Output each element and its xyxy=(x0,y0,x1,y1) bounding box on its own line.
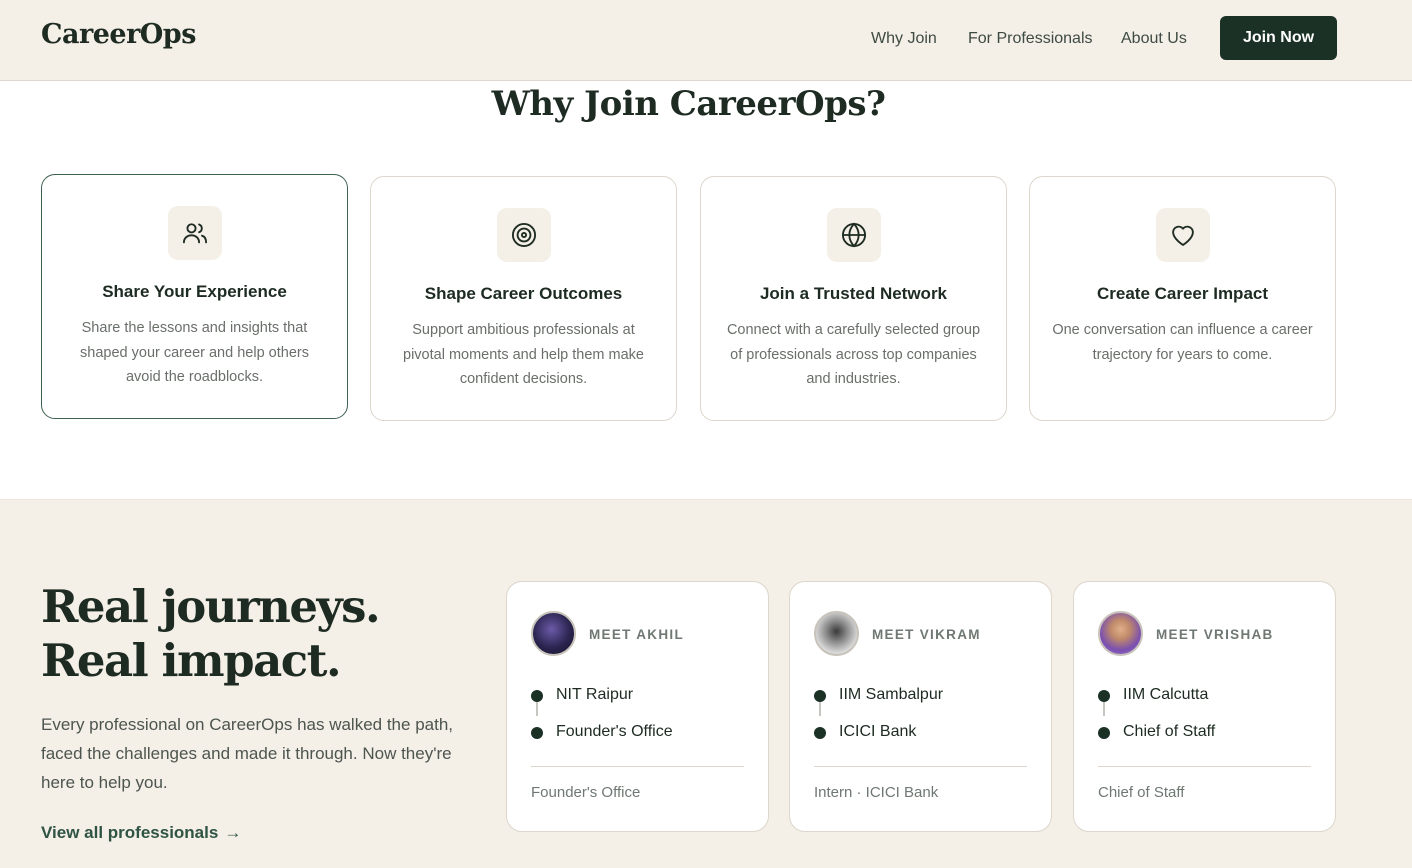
divider xyxy=(531,766,744,767)
divider xyxy=(814,766,1027,767)
users-icon xyxy=(168,206,222,260)
logo[interactable]: CareerOps xyxy=(41,19,196,50)
professional-card-akhil[interactable]: MEET AKHIL NIT Raipur Founder's Office F… xyxy=(506,581,769,832)
professional-name: MEET AKHIL xyxy=(589,627,684,642)
nav-for-professionals[interactable]: For Professionals xyxy=(968,30,1093,48)
feature-card-career-impact[interactable]: Create Career Impact One conversation ca… xyxy=(1029,176,1336,421)
card-description: Connect with a carefully selected group … xyxy=(726,322,981,387)
timeline-to: Founder's Office xyxy=(556,723,673,740)
timeline-dot xyxy=(531,690,543,702)
professional-role: Chief of Staff xyxy=(1098,784,1185,801)
join-now-button[interactable]: Join Now xyxy=(1220,16,1337,60)
avatar xyxy=(814,611,859,656)
section-title: Why Join CareerOps? xyxy=(491,84,886,124)
professional-role: Intern · ICICI Bank xyxy=(814,784,939,801)
timeline-dot xyxy=(814,727,826,739)
avatar xyxy=(1098,611,1143,656)
journeys-section: Real journeys. Real impact. Every profes… xyxy=(0,499,1412,868)
nav-why-join[interactable]: Why Join xyxy=(871,30,937,48)
journeys-heading: Real journeys. Real impact. xyxy=(41,580,381,688)
timeline-from: IIM Sambalpur xyxy=(839,686,944,703)
feature-card-trusted-network[interactable]: Join a Trusted Network Connect with a ca… xyxy=(700,176,1007,421)
globe-icon xyxy=(827,208,881,262)
card-title: Shape Career Outcomes xyxy=(424,284,623,303)
site-header: CareerOps Why Join For Professionals Abo… xyxy=(0,0,1412,81)
professional-card-vrishab[interactable]: MEET VRISHAB IIM Calcutta Chief of Staff… xyxy=(1073,581,1336,832)
arrow-right-icon: → xyxy=(224,823,242,842)
view-all-professionals-link[interactable]: View all professionals → xyxy=(41,823,241,843)
timeline-to: ICICI Bank xyxy=(839,723,917,740)
professional-role: Founder's Office xyxy=(531,784,641,801)
heart-icon xyxy=(1156,208,1210,262)
nav-about-us[interactable]: About Us xyxy=(1121,30,1187,48)
feature-card-shape-outcomes[interactable]: Shape Career Outcomes Support ambitious … xyxy=(370,176,677,421)
timeline-dot xyxy=(814,690,826,702)
timeline-dot xyxy=(1098,727,1110,739)
card-title: Share Your Experience xyxy=(102,282,287,301)
career-timeline: NIT Raipur Founder's Office xyxy=(531,686,751,746)
card-title: Create Career Impact xyxy=(1096,284,1269,303)
view-all-label: View all professionals xyxy=(41,823,219,842)
card-description: Support ambitious professionals at pivot… xyxy=(403,322,644,387)
timeline-to: Chief of Staff xyxy=(1123,723,1216,740)
professional-name: MEET VIKRAM xyxy=(872,627,981,642)
feature-card-share-experience[interactable]: Share Your Experience Share the lessons … xyxy=(41,174,348,419)
card-description: Share the lessons and insights that shap… xyxy=(80,320,309,385)
timeline-from: NIT Raipur xyxy=(556,686,634,703)
divider xyxy=(1098,766,1311,767)
journeys-description: Every professional on CareerOps has walk… xyxy=(41,715,454,792)
professional-name: MEET VRISHAB xyxy=(1156,627,1274,642)
card-title: Join a Trusted Network xyxy=(759,284,948,303)
card-description: One conversation can influence a career … xyxy=(1052,322,1313,363)
avatar xyxy=(531,611,576,656)
timeline-dot xyxy=(531,727,543,739)
career-timeline: IIM Calcutta Chief of Staff xyxy=(1098,686,1318,746)
timeline-from: IIM Calcutta xyxy=(1123,686,1209,703)
journeys-heading-line-2: Real impact. xyxy=(41,634,342,687)
timeline-dot xyxy=(1098,690,1110,702)
career-timeline: IIM Sambalpur ICICI Bank xyxy=(814,686,1034,746)
professional-card-vikram[interactable]: MEET VIKRAM IIM Sambalpur ICICI Bank Int… xyxy=(789,581,1052,832)
journeys-heading-line-1: Real journeys. xyxy=(41,580,381,633)
target-icon xyxy=(497,208,551,262)
